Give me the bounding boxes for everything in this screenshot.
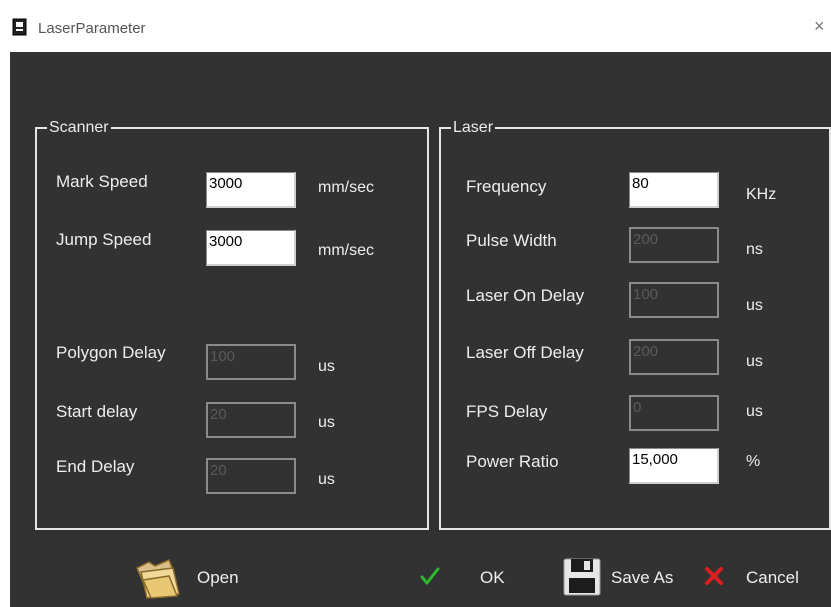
- pulse-width-input: [629, 227, 719, 263]
- frequency-input[interactable]: [629, 172, 719, 208]
- ok-button-label: OK: [480, 568, 505, 587]
- jump-speed-input[interactable]: [206, 230, 296, 266]
- laser-on-delay-input: [629, 282, 719, 318]
- frequency-unit: KHz: [746, 186, 777, 203]
- end-delay-unit: us: [318, 471, 335, 488]
- laser-off-delay-input: [629, 339, 719, 375]
- mark-speed-unit: mm/sec: [318, 179, 374, 196]
- fps-delay-unit: us: [746, 403, 763, 420]
- mark-speed-label: Mark Speed: [56, 172, 148, 191]
- laser-off-delay-unit: us: [746, 353, 763, 370]
- window-title: LaserParameter: [38, 20, 146, 37]
- folder-icon: [136, 559, 180, 599]
- polygon-delay-label: Polygon Delay: [56, 343, 166, 362]
- pulse-width-label: Pulse Width: [466, 231, 557, 250]
- fps-delay-label: FPS Delay: [466, 402, 548, 421]
- power-ratio-label: Power Ratio: [466, 452, 559, 471]
- scanner-group-title: Scanner: [47, 119, 111, 137]
- cancel-button-label: Cancel: [746, 568, 799, 587]
- dialog-body: Scanner Mark Speed mm/sec Jump Speed mm/…: [10, 52, 831, 607]
- close-button[interactable]: ×: [814, 16, 831, 37]
- start-delay-input: [206, 402, 296, 438]
- laser-group-title: Laser: [451, 119, 496, 137]
- end-delay-input: [206, 458, 296, 494]
- save-as-button-label: Save As: [611, 568, 674, 587]
- polygon-delay-input: [206, 344, 296, 380]
- polygon-delay-unit: us: [318, 358, 335, 375]
- jump-speed-label: Jump Speed: [56, 230, 152, 249]
- x-icon: [705, 567, 723, 585]
- jump-speed-unit: mm/sec: [318, 242, 374, 259]
- start-delay-label: Start delay: [56, 402, 138, 421]
- title-bar: LaserParameter ×: [0, 0, 831, 52]
- start-delay-unit: us: [318, 414, 335, 431]
- frequency-label: Frequency: [466, 177, 547, 196]
- fps-delay-input: [629, 395, 719, 431]
- laser-on-delay-unit: us: [746, 297, 763, 314]
- power-ratio-unit: %: [746, 453, 761, 470]
- mark-speed-input[interactable]: [206, 172, 296, 208]
- laser-off-delay-label: Laser Off Delay: [466, 343, 584, 362]
- pulse-width-unit: ns: [746, 241, 763, 258]
- check-icon: [420, 567, 440, 585]
- document-icon: [12, 18, 27, 36]
- floppy-icon: [563, 558, 601, 596]
- power-ratio-input[interactable]: [629, 448, 719, 484]
- open-button-label: Open: [197, 568, 239, 587]
- end-delay-label: End Delay: [56, 457, 135, 476]
- laser-on-delay-label: Laser On Delay: [466, 286, 585, 305]
